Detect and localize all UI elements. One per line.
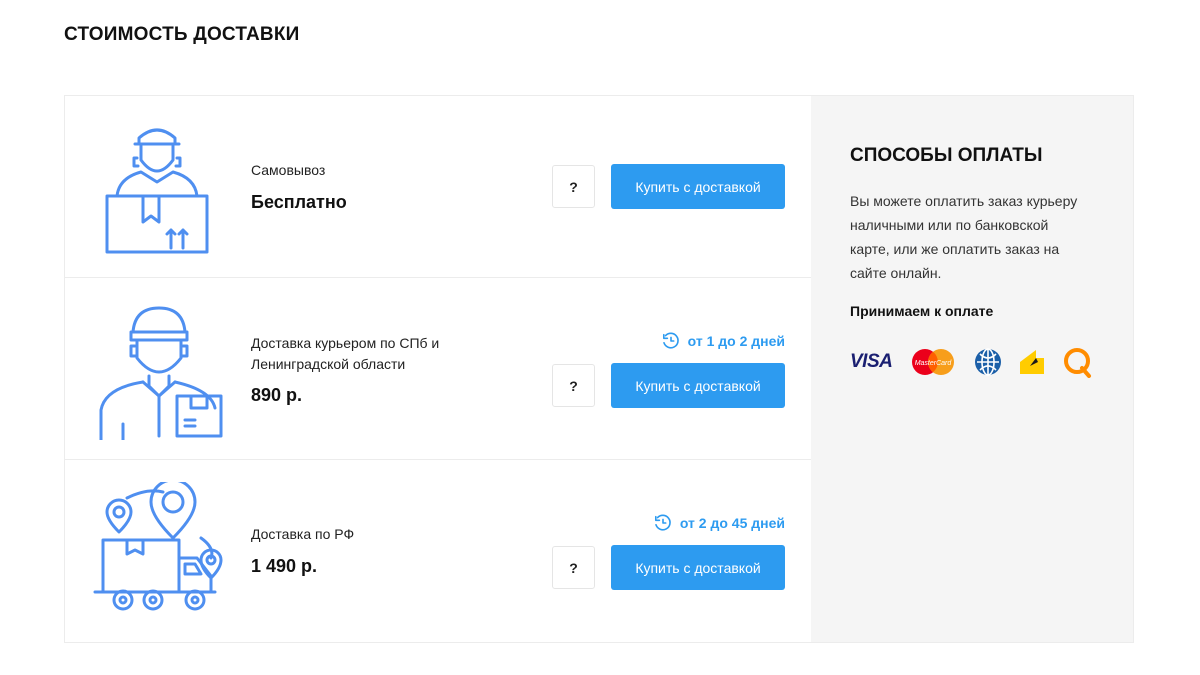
option-name: Доставка по РФ xyxy=(251,526,355,542)
page-title: СТОИМОСТЬ ДОСТАВКИ xyxy=(64,24,300,45)
clock-icon xyxy=(662,332,679,349)
buy-with-delivery-button[interactable]: Купить с доставкой xyxy=(611,363,785,408)
visa-logo: VISA xyxy=(850,351,893,372)
buy-with-delivery-button[interactable]: Купить с доставкой xyxy=(611,164,785,209)
payment-title: СПОСОБЫ ОПЛАТЫ xyxy=(850,145,1043,166)
delivery-truck-map-icon xyxy=(87,478,227,622)
webmoney-logo xyxy=(974,348,1002,376)
option-price: 890 р. xyxy=(251,385,303,405)
help-button[interactable]: ? xyxy=(552,546,595,589)
option-price: Бесплатно xyxy=(251,192,347,212)
mastercard-logo: MasterCard xyxy=(908,347,958,377)
courier-icon xyxy=(87,300,227,452)
option-name: Самовывоз xyxy=(251,162,326,178)
yandex-money-logo xyxy=(1018,348,1046,376)
payment-description: Вы можете оплатить заказ курьеру наличны… xyxy=(850,193,1078,281)
delivery-option-courier: Доставка курьером по СПб и Ленинградской… xyxy=(65,278,811,460)
delivery-card: Самовывоз Бесплатно ? Купить с доставкой xyxy=(64,95,1134,643)
delivery-term: от 2 до 45 дней xyxy=(654,514,785,532)
payment-methods-panel: СПОСОБЫ ОПЛАТЫ Вы можете оплатить заказ … xyxy=(811,96,1133,642)
option-price: 1 490 р. xyxy=(251,556,318,576)
delivery-option-russia: Доставка по РФ 1 490 р. от 2 до 45 дней … xyxy=(65,460,811,642)
clock-icon xyxy=(654,514,671,531)
payment-accept-label: Принимаем к оплате xyxy=(850,303,994,319)
delivery-options: Самовывоз Бесплатно ? Купить с доставкой xyxy=(65,96,811,642)
buy-with-delivery-button[interactable]: Купить с доставкой xyxy=(611,545,785,590)
help-button[interactable]: ? xyxy=(552,165,595,208)
delivery-term: от 1 до 2 дней xyxy=(662,332,785,350)
payment-logos: VISA MasterCard xyxy=(850,346,1092,378)
qiwi-logo xyxy=(1062,346,1092,378)
option-name: Доставка курьером по СПб и Ленинградской… xyxy=(251,335,440,372)
delivery-term-text: от 1 до 2 дней xyxy=(687,333,785,349)
pickup-person-box-icon xyxy=(87,118,227,258)
delivery-term-text: от 2 до 45 дней xyxy=(679,515,785,531)
svg-text:MasterCard: MasterCard xyxy=(915,360,953,367)
help-button[interactable]: ? xyxy=(552,364,595,407)
delivery-option-pickup: Самовывоз Бесплатно ? Купить с доставкой xyxy=(65,96,811,278)
